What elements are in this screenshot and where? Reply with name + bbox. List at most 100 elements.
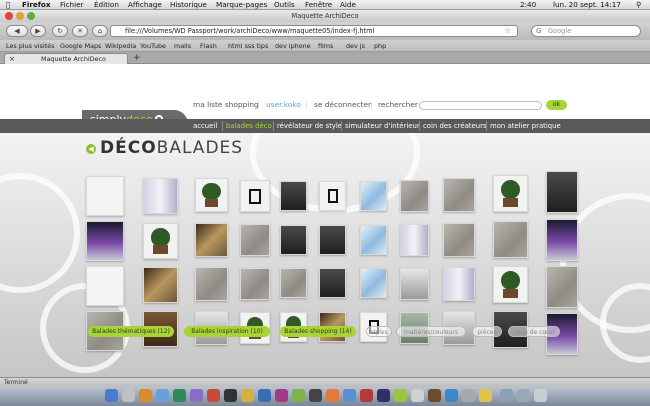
pill-balades-inspiration[interactable]: Balades inspiration (10) bbox=[184, 326, 270, 337]
gallery-tile[interactable] bbox=[195, 267, 228, 301]
pill-pieces[interactable]: pièces bbox=[472, 326, 502, 337]
back-button[interactable]: ◀ bbox=[6, 25, 28, 37]
gallery-tile[interactable] bbox=[400, 268, 429, 300]
app-icon[interactable] bbox=[241, 389, 254, 402]
terminal-icon[interactable] bbox=[224, 389, 237, 402]
address-bar[interactable]: file:///Volumes/WD Passport/work/archiDe… bbox=[110, 25, 518, 37]
dashboard-icon[interactable] bbox=[122, 389, 135, 402]
bookmark-dev-js[interactable]: dev js bbox=[346, 40, 365, 52]
gallery-tile[interactable] bbox=[280, 181, 307, 211]
menu-view[interactable]: Affichage bbox=[128, 0, 162, 10]
app-icon[interactable] bbox=[462, 389, 475, 402]
bookmark-mails[interactable]: mails bbox=[174, 40, 191, 52]
app-icon[interactable] bbox=[309, 389, 322, 402]
nav-revelateur[interactable]: révélateur de style bbox=[277, 119, 342, 133]
apple-icon[interactable]:  bbox=[6, 0, 10, 10]
back-circle-icon[interactable]: ◀ bbox=[86, 144, 96, 154]
bookmark-html-tips[interactable]: html sss tips bbox=[228, 40, 268, 52]
nav-simulateur[interactable]: simulateur d'intérieur bbox=[345, 119, 420, 133]
gallery-tile[interactable] bbox=[319, 268, 346, 298]
gallery-tile[interactable] bbox=[443, 267, 475, 301]
tab-close-icon[interactable]: × bbox=[9, 54, 15, 64]
gallery-tile[interactable] bbox=[195, 223, 228, 257]
pill-coup-de-coeur[interactable]: coup de cœur bbox=[508, 326, 560, 337]
shopping-list-link[interactable]: ma liste shopping bbox=[193, 98, 259, 112]
gallery-tile[interactable] bbox=[360, 268, 387, 298]
bookmark-youtube[interactable]: YouTube bbox=[140, 40, 166, 52]
gallery-tile[interactable] bbox=[195, 178, 228, 212]
gallery-tile[interactable] bbox=[143, 267, 178, 303]
nav-atelier[interactable]: mon atelier pratique bbox=[490, 119, 561, 133]
gallery-tile[interactable] bbox=[86, 266, 124, 306]
clock[interactable]: lun. 20 sept. 14:17 bbox=[553, 0, 621, 10]
gallery-tile[interactable] bbox=[280, 225, 307, 255]
firefox-icon[interactable] bbox=[139, 389, 152, 402]
nav-accueil[interactable]: accueil bbox=[193, 119, 217, 133]
gallery-tile[interactable] bbox=[319, 225, 346, 255]
app-icon[interactable] bbox=[411, 389, 424, 402]
menu-bookmarks[interactable]: Marque-pages bbox=[216, 0, 267, 10]
app-icon[interactable] bbox=[258, 389, 271, 402]
menu-window[interactable]: Fenêtre bbox=[305, 0, 332, 10]
app-icon[interactable] bbox=[343, 389, 356, 402]
calendar-icon[interactable] bbox=[207, 389, 220, 402]
gallery-tile[interactable] bbox=[400, 224, 429, 256]
menu-file[interactable]: Fichier bbox=[60, 0, 84, 10]
app-icon[interactable] bbox=[377, 389, 390, 402]
spotlight-icon[interactable]: ⚲ bbox=[636, 0, 641, 10]
gallery-tile[interactable] bbox=[143, 178, 178, 214]
gallery-tile[interactable] bbox=[493, 221, 528, 258]
battery-indicator[interactable]: 2:40 bbox=[520, 0, 536, 10]
zoom-window-icon[interactable] bbox=[27, 12, 35, 20]
itunes-icon[interactable] bbox=[190, 389, 203, 402]
gallery-tile[interactable] bbox=[319, 181, 346, 211]
close-window-icon[interactable] bbox=[5, 12, 13, 20]
user-link[interactable]: user.koko bbox=[266, 98, 301, 112]
app-icon[interactable] bbox=[428, 389, 441, 402]
gallery-tile[interactable] bbox=[86, 221, 124, 261]
app-icon[interactable] bbox=[292, 389, 305, 402]
gallery-tile[interactable] bbox=[493, 266, 528, 303]
app-icon[interactable] bbox=[326, 389, 339, 402]
gallery-tile[interactable] bbox=[546, 219, 578, 261]
gallery-tile[interactable] bbox=[360, 181, 387, 211]
bookmark-wikipedia[interactable]: Wikipedia bbox=[105, 40, 136, 52]
app-icon[interactable] bbox=[394, 389, 407, 402]
pill-balades-thematiques[interactable]: Balades thématiques (12) bbox=[88, 326, 174, 337]
menu-tools[interactable]: Outils bbox=[274, 0, 295, 10]
mail-icon[interactable] bbox=[156, 389, 169, 402]
logout-link[interactable]: se déconnecter bbox=[314, 98, 371, 112]
new-tab-button[interactable]: + bbox=[133, 52, 141, 64]
pill-balades-shopping[interactable]: Balades shopping (14) bbox=[280, 326, 356, 337]
gallery-tile[interactable] bbox=[546, 171, 578, 213]
menu-app[interactable]: Firefox bbox=[22, 0, 51, 10]
bookmark-dev-iphone[interactable]: dev iphone bbox=[275, 40, 311, 52]
folder-icon[interactable] bbox=[517, 389, 530, 402]
bookmark-flash[interactable]: Flash bbox=[200, 40, 217, 52]
app-icon[interactable] bbox=[360, 389, 373, 402]
gallery-tile[interactable] bbox=[240, 224, 270, 256]
stop-button[interactable]: ✕ bbox=[72, 25, 88, 37]
site-search-button[interactable]: ok bbox=[546, 100, 567, 110]
gallery-tile[interactable] bbox=[443, 178, 475, 212]
menu-help[interactable]: Aide bbox=[340, 0, 356, 10]
folder-icon[interactable] bbox=[500, 389, 513, 402]
search-field[interactable]: G Google bbox=[531, 25, 641, 37]
bookmark-php[interactable]: php bbox=[374, 40, 386, 52]
bookmark-films[interactable]: films bbox=[318, 40, 333, 52]
app-icon[interactable] bbox=[479, 389, 492, 402]
nav-balades-deco[interactable]: balades déco bbox=[226, 119, 272, 133]
site-search-input[interactable] bbox=[419, 101, 542, 110]
bookmark-most-visited[interactable]: Les plus visités bbox=[6, 40, 54, 52]
app-icon[interactable] bbox=[445, 389, 458, 402]
gallery-tile[interactable] bbox=[240, 180, 270, 212]
ichat-icon[interactable] bbox=[173, 389, 186, 402]
gallery-tile[interactable] bbox=[360, 225, 387, 255]
bookmark-google-maps[interactable]: Google Maps bbox=[60, 40, 101, 52]
gallery-tile[interactable] bbox=[143, 223, 178, 259]
home-button[interactable]: ⌂ bbox=[92, 25, 108, 37]
gallery-tile[interactable] bbox=[493, 175, 528, 212]
app-icon[interactable] bbox=[275, 389, 288, 402]
pill-matieres-couleurs[interactable]: matières/couleurs bbox=[396, 326, 466, 337]
minimize-window-icon[interactable] bbox=[16, 12, 24, 20]
